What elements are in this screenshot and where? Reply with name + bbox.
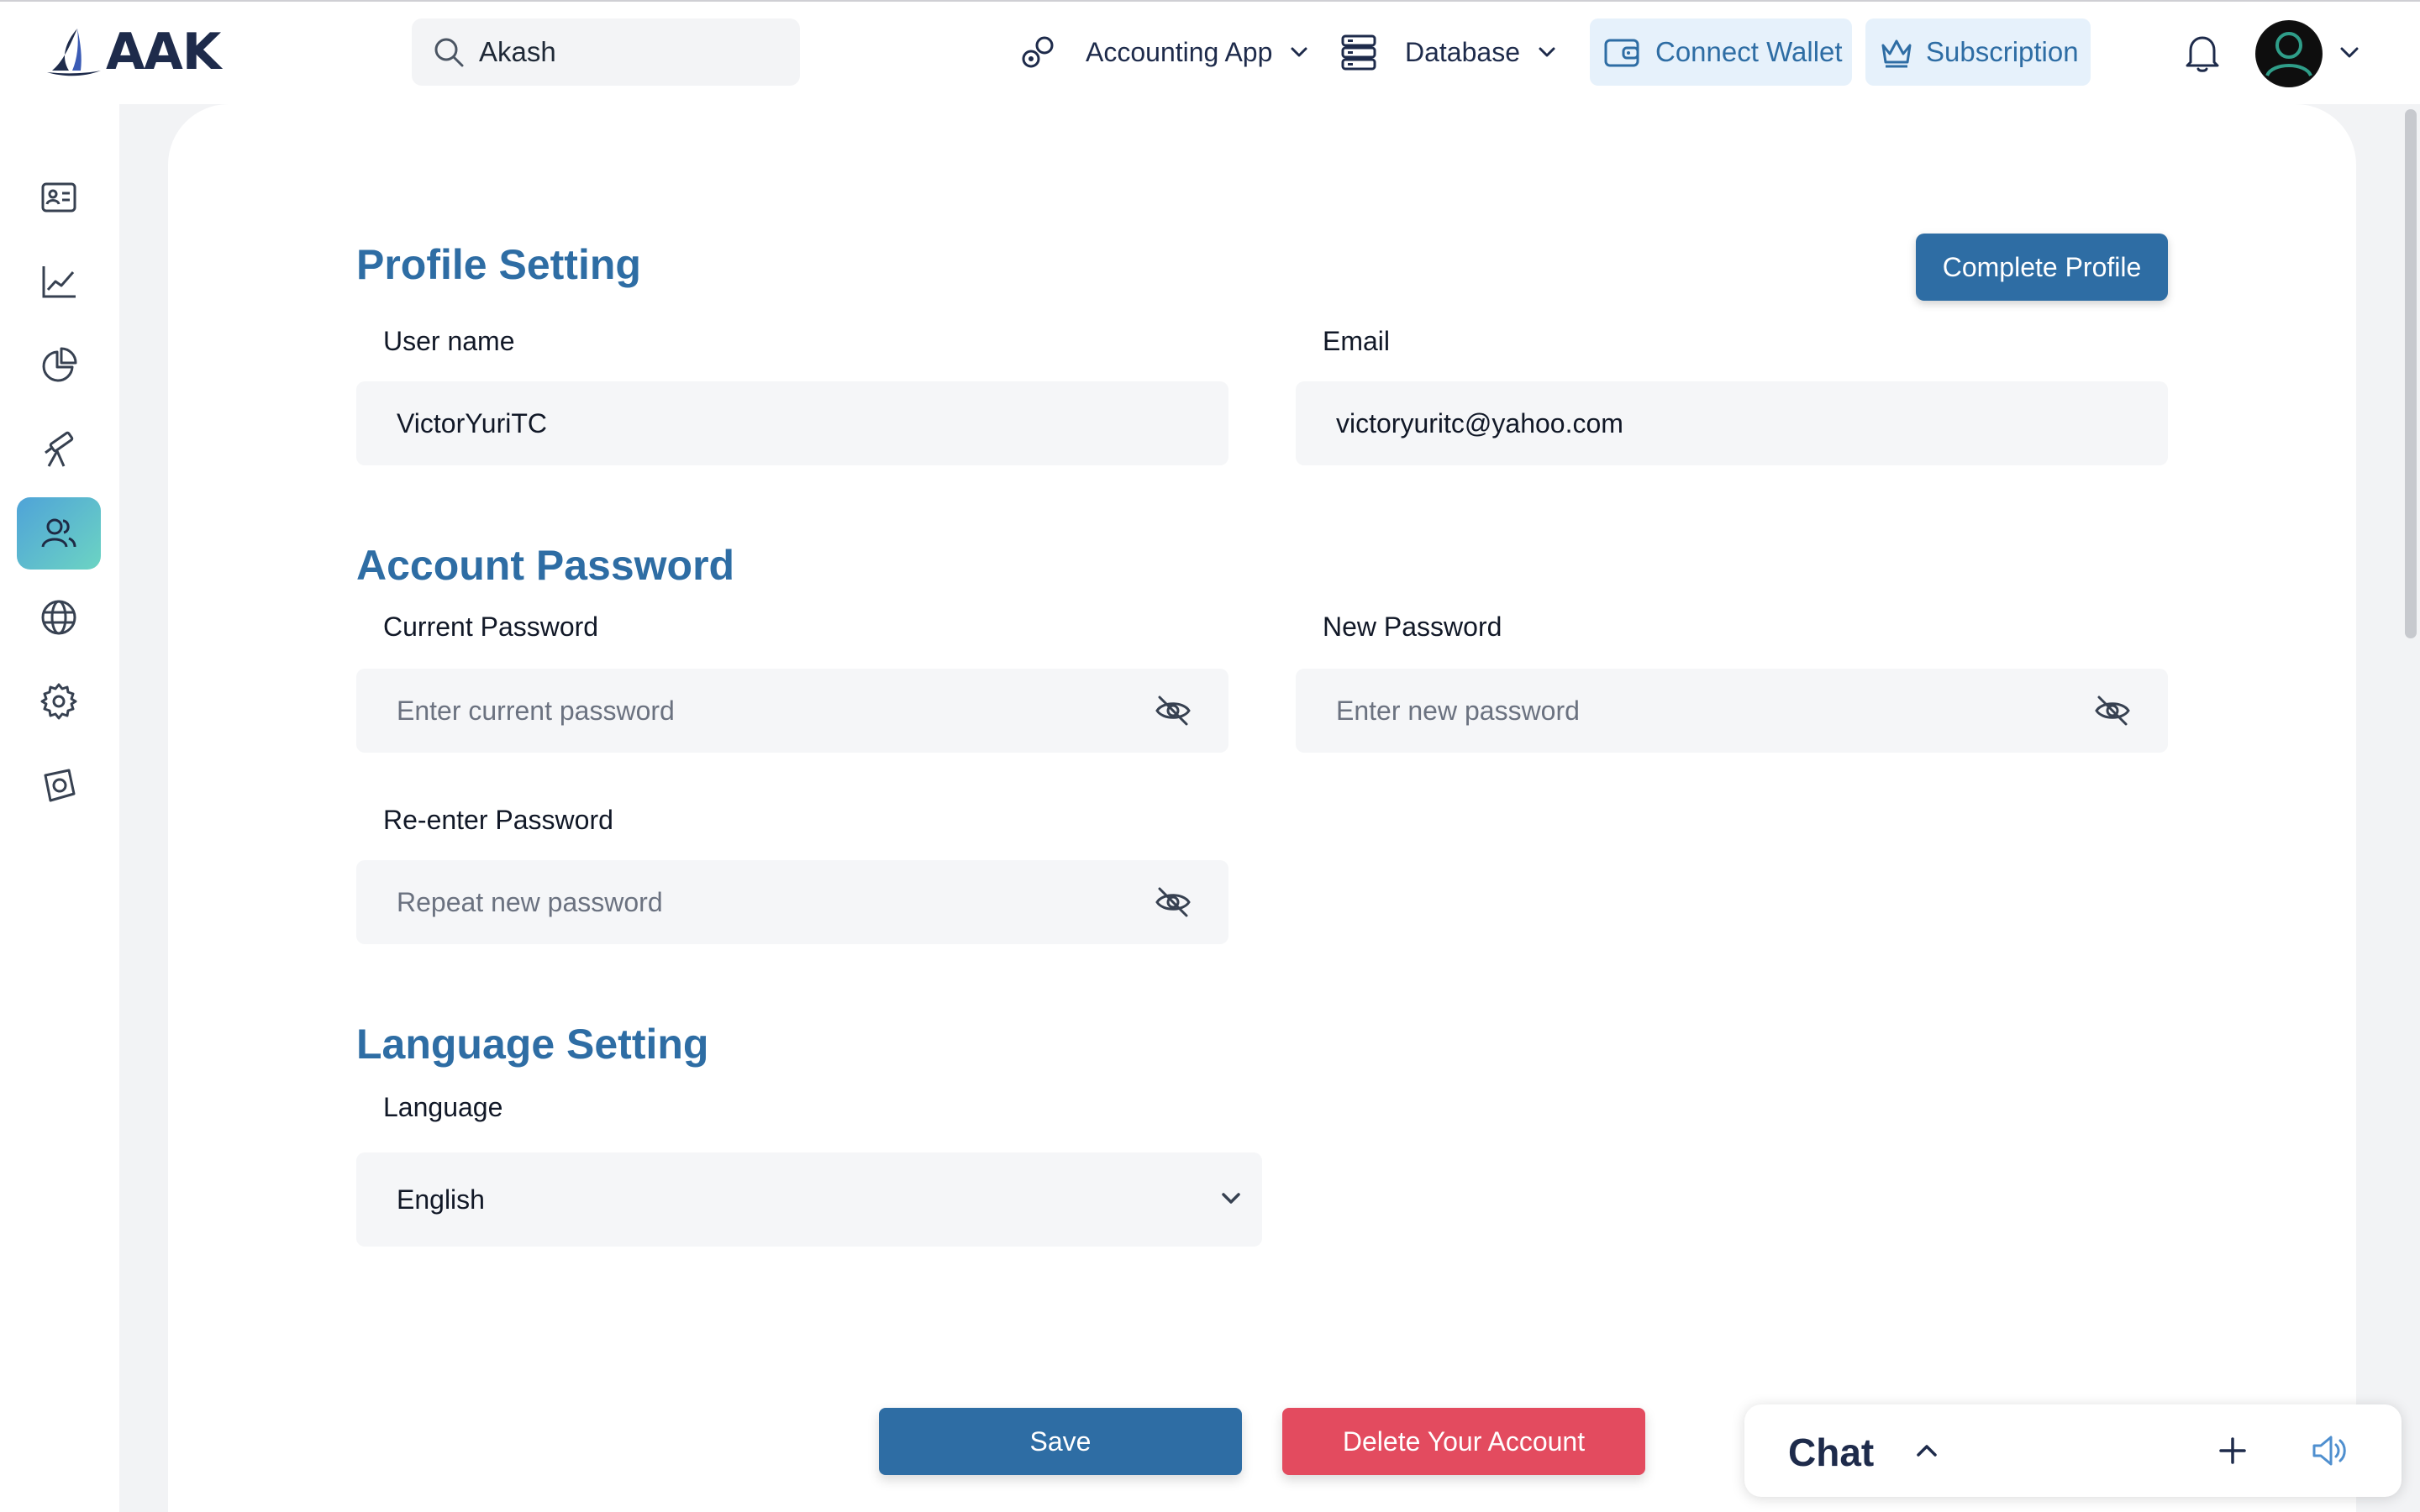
account-password-title: Account Password — [356, 542, 735, 589]
search-icon — [434, 38, 464, 67]
gear-icon — [40, 683, 77, 720]
language-setting-title: Language Setting — [356, 1021, 709, 1068]
chevron-up-icon[interactable] — [1912, 1436, 1941, 1465]
line-chart-icon — [42, 266, 76, 298]
delete-account-button[interactable]: Delete Your Account — [1282, 1408, 1645, 1475]
language-label: Language — [383, 1092, 503, 1122]
disc-icon — [44, 769, 76, 802]
language-select[interactable]: English — [356, 1152, 1262, 1247]
chat-title: Chat — [1788, 1431, 1875, 1474]
email-field[interactable]: victoryuritc@yahoo.com — [1296, 381, 2168, 465]
plus-icon[interactable] — [2217, 1435, 2249, 1467]
new-password-label: New Password — [1323, 612, 1502, 642]
nav-database-label: Database — [1405, 36, 1520, 67]
bell-icon[interactable] — [2183, 32, 2222, 74]
wallet-icon — [1604, 39, 1639, 67]
profile-setting-title: Profile Setting — [356, 241, 641, 288]
language-selected-value: English — [397, 1184, 485, 1215]
sail-logo-icon — [47, 29, 101, 76]
sidebar-item-analytics[interactable] — [17, 245, 101, 318]
chat-widget[interactable]: Chat — [1744, 1404, 2402, 1497]
apps-link-icon — [1022, 36, 1054, 68]
server-icon — [1341, 34, 1376, 71]
email-label: Email — [1323, 326, 1391, 356]
chevron-down-icon — [1539, 47, 1555, 57]
sidebar-item-explore[interactable] — [17, 413, 101, 486]
telescope-icon — [45, 431, 74, 467]
pie-chart-icon — [42, 347, 77, 382]
eye-off-icon[interactable] — [1155, 694, 1192, 727]
nav-database[interactable]: Database — [1339, 18, 1559, 86]
new-password-placeholder: Enter new password — [1336, 695, 1580, 726]
search-input[interactable] — [479, 36, 781, 68]
nav-accounting-app-label: Accounting App — [1086, 36, 1273, 67]
id-card-icon — [41, 182, 76, 213]
globe-icon — [41, 600, 76, 635]
username-label: User name — [383, 326, 515, 356]
chevron-down-icon — [1291, 47, 1307, 57]
subscription-label: Subscription — [1926, 36, 2079, 67]
avatar[interactable] — [2255, 20, 2323, 87]
speaker-icon[interactable] — [2311, 1433, 2349, 1468]
sidebar-item-contacts[interactable] — [17, 161, 101, 234]
nav-accounting-app[interactable]: Accounting App — [1018, 18, 1311, 86]
sidebar-item-media[interactable] — [17, 749, 101, 822]
logo-text: AAK — [106, 23, 221, 81]
sidebar-item-users[interactable] — [17, 497, 101, 570]
connect-wallet-button[interactable]: Connect Wallet — [1590, 18, 1852, 86]
users-icon — [41, 518, 76, 548]
reenter-password-label: Re-enter Password — [383, 805, 613, 835]
eye-off-icon[interactable] — [2094, 694, 2131, 727]
current-password-placeholder: Enter current password — [397, 695, 675, 726]
sidebar-item-global[interactable] — [17, 581, 101, 654]
scrollbar-thumb[interactable] — [2405, 109, 2417, 638]
eye-off-icon[interactable] — [1155, 885, 1192, 919]
search-box[interactable] — [412, 18, 800, 86]
sidebar-item-reports[interactable] — [17, 329, 101, 402]
username-value: VictorYuriTC — [397, 407, 548, 438]
subscription-button[interactable]: Subscription — [1865, 18, 2091, 86]
email-value: victoryuritc@yahoo.com — [1336, 407, 1623, 438]
current-password-field[interactable]: Enter current password — [356, 669, 1228, 753]
top-header: AAK Accounting App Database — [0, 2, 2420, 104]
username-field[interactable]: VictorYuriTC — [356, 381, 1228, 465]
reenter-password-field[interactable]: Repeat new password — [356, 860, 1228, 944]
user-avatar-icon — [2257, 22, 2321, 86]
app-logo[interactable]: AAK — [44, 23, 221, 81]
chevron-down-icon — [1222, 1193, 1240, 1204]
save-button[interactable]: Save — [879, 1408, 1242, 1475]
sidebar — [0, 104, 119, 1512]
reenter-password-placeholder: Repeat new password — [397, 886, 663, 917]
account-menu-chevron-icon[interactable] — [2336, 39, 2363, 66]
new-password-field[interactable]: Enter new password — [1296, 669, 2168, 753]
current-password-label: Current Password — [383, 612, 599, 642]
sidebar-item-settings[interactable] — [17, 665, 101, 738]
crown-icon — [1881, 39, 1912, 68]
connect-wallet-label: Connect Wallet — [1655, 36, 1843, 67]
complete-profile-button[interactable]: Complete Profile — [1916, 234, 2168, 301]
